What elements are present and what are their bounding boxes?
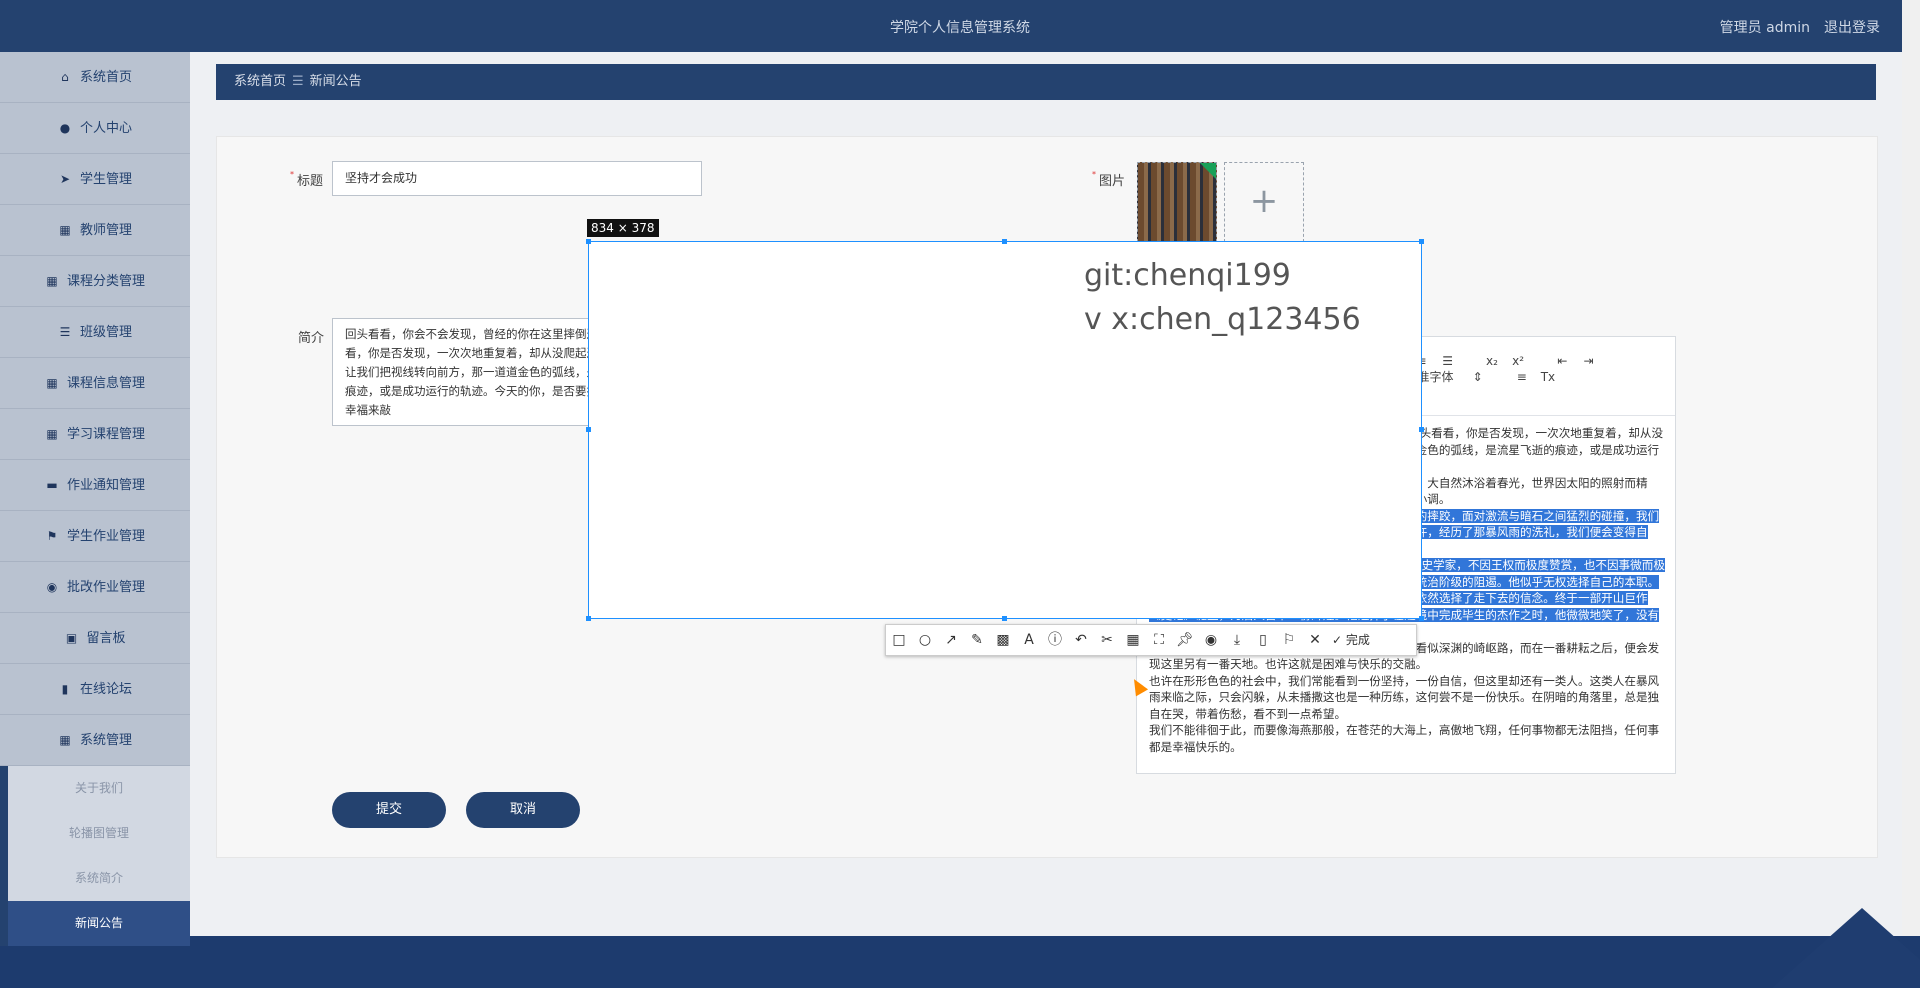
sidebar-item-label: 教师管理 — [79, 223, 132, 238]
grid-icon: ▦ — [59, 223, 71, 237]
home-icon: ⌂ — [61, 70, 69, 84]
send-icon: ➤ — [59, 172, 71, 186]
grid-icon: ▦ — [46, 376, 58, 390]
capture-selection[interactable] — [586, 239, 1424, 621]
arrow-icon[interactable]: ↗ — [938, 625, 964, 655]
list-icon: ☰ — [59, 325, 71, 339]
rectangle-icon[interactable]: □ — [886, 625, 912, 655]
number-icon[interactable]: ⓘ — [1042, 625, 1068, 655]
scan-icon[interactable]: ⛶ — [1146, 625, 1172, 655]
sidebar-menu: ⌂ 系统首页 ● 个人中心 ➤ 学生管理 ▦ 教师管理 ▦ 课程分类管理 ☰ 班级管理 ▦ 课程信息管理 ▦… — [0, 52, 190, 766]
circle-icon[interactable]: ○ — [912, 625, 938, 655]
sidebar-item[interactable]: ☰ 班级管理 — [0, 307, 190, 358]
grid-icon: ▦ — [59, 733, 71, 747]
breadcrumb: 系统首页 ☰ 新闻公告 — [216, 64, 1876, 100]
breadcrumb-current: 新闻公告 — [309, 74, 362, 89]
sidebar-item-label: 在线论坛 — [79, 682, 132, 697]
image-label: * 图片 — [1092, 170, 1126, 189]
add-image-button[interactable]: + — [1224, 162, 1304, 242]
submenu-item[interactable]: 新闻公告 — [0, 901, 190, 946]
sidebar-item[interactable]: ▣ 留言板 — [0, 613, 190, 664]
submit-button[interactable]: 提交 — [332, 792, 446, 828]
align-icon[interactable]: ≡ — [1511, 367, 1533, 387]
editor-paragraph: 也许在形形色色的社会中，我们常能看到一份坚持，一份自信，但这里却还有一类人。这类… — [1149, 673, 1660, 721]
undo-icon[interactable]: ↶ — [1068, 625, 1094, 655]
logout-link[interactable]: 退出登录 — [1824, 17, 1880, 37]
sidebar-item[interactable]: ▦ 教师管理 — [0, 205, 190, 256]
ocr-icon[interactable]: ▦ — [1120, 625, 1146, 655]
decorative-triangle — [1772, 908, 1920, 988]
grid-icon: ▦ — [46, 274, 58, 288]
phone-icon[interactable]: ▯ — [1250, 625, 1276, 655]
system-submenu: 关于我们 轮播图管理 系统简介 新闻公告 — [0, 766, 190, 946]
sidebar-item-label: 批改作业管理 — [66, 580, 145, 595]
submenu-item[interactable]: 轮播图管理 — [0, 811, 190, 856]
mosaic-icon[interactable]: ▩ — [990, 625, 1016, 655]
pin-icon: ◉ — [46, 580, 58, 594]
pencil-icon[interactable]: ✎ — [964, 625, 990, 655]
flag-icon: ⚑ — [46, 529, 58, 543]
uploaded-image-thumbnail[interactable] — [1137, 162, 1217, 242]
sidebar-item[interactable]: ▮ 在线论坛 — [0, 664, 190, 715]
sidebar-item[interactable]: ▦ 系统管理 — [0, 715, 190, 766]
sidebar-item[interactable]: ⌂ 系统首页 — [0, 52, 190, 103]
sidebar-item[interactable]: ▦ 课程分类管理 — [0, 256, 190, 307]
submenu-item[interactable]: 系统简介 — [0, 856, 190, 901]
scissors-icon[interactable]: ✂ — [1094, 625, 1120, 655]
sidebar-item[interactable]: ➤ 学生管理 — [0, 154, 190, 205]
sidebar-item[interactable]: ▬ 作业通知管理 — [0, 460, 190, 511]
check-corner-icon — [1200, 163, 1216, 179]
cancel-button[interactable]: 取消 — [466, 792, 580, 828]
sidebar: ⌂ 系统首页 ● 个人中心 ➤ 学生管理 ▦ 教师管理 ▦ 课程分类管理 ☰ 班级管理 ▦ 课程信息管理 ▦… — [0, 52, 190, 946]
sidebar-item-label: 系统管理 — [79, 733, 132, 748]
breadcrumb-home[interactable]: 系统首页 — [234, 74, 286, 89]
done-button[interactable]: ✓ 完成 — [1332, 625, 1370, 655]
sidebar-item[interactable]: ⚑ 学生作业管理 — [0, 511, 190, 562]
breadcrumb-separator: ☰ — [292, 74, 304, 89]
book-icon: ▮ — [61, 682, 69, 696]
sidebar-item-label: 班级管理 — [79, 325, 132, 340]
admin-label: 管理员 admin — [1719, 20, 1810, 36]
system-title: 学院个人信息管理系统 — [890, 20, 1030, 36]
text-icon[interactable]: A — [1016, 625, 1042, 655]
watermark-line-2: v x:chen_q123456 — [1084, 302, 1361, 337]
sidebar-item-label: 学生作业管理 — [66, 529, 145, 544]
intro-label: 简介 — [298, 331, 325, 346]
sidebar-item[interactable]: ▦ 学习课程管理 — [0, 409, 190, 460]
capture-dimensions-badge: 834 × 378 — [587, 219, 659, 237]
grid-icon: ▦ — [46, 427, 58, 441]
sidebar-item-label: 系统首页 — [79, 70, 132, 85]
page-scrollbar[interactable] — [1902, 0, 1920, 936]
pin-icon[interactable]: 📌︎ — [1172, 625, 1198, 655]
board-icon: ▣ — [65, 631, 78, 645]
sidebar-item[interactable]: ● 个人中心 — [0, 103, 190, 154]
capture-toolbar: □ ○ ↗ ✎ ▩ Aⓘ ↶ ✂ ▦ ⛶ 📌︎ ◉ ⤓ ▯ ⚐ ✕ ✓ 完成 — [885, 624, 1417, 656]
submenu-item[interactable]: 关于我们 — [0, 766, 190, 811]
title-label: * 标题 — [290, 170, 324, 189]
sidebar-item-label: 留言板 — [86, 631, 126, 646]
sidebar-item[interactable]: ◉ 批改作业管理 — [0, 562, 190, 613]
user-icon: ● — [59, 121, 71, 135]
sidebar-item[interactable]: ▦ 课程信息管理 — [0, 358, 190, 409]
monitor-icon: ▬ — [46, 478, 58, 492]
sidebar-item-label: 课程分类管理 — [66, 274, 145, 289]
title-input[interactable]: 坚持才会成功 — [332, 161, 702, 196]
sidebar-item-label: 课程信息管理 — [66, 376, 145, 391]
close-icon[interactable]: ✕ — [1302, 625, 1328, 655]
editor-paragraph: 我们不能徘徊于此，而要像海燕那般，在苍茫的大海上，高傲地飞翔，任何事物都无法阻挡… — [1149, 723, 1660, 754]
sidebar-item-label: 作业通知管理 — [66, 478, 145, 493]
watermark-line-1: git:chenqi199 — [1084, 258, 1291, 293]
sidebar-item-label: 学生管理 — [79, 172, 132, 187]
clear-format-icon[interactable]: Tx — [1537, 367, 1559, 387]
sidebar-item-label: 学习课程管理 — [66, 427, 145, 442]
sidebar-item-label: 个人中心 — [79, 121, 132, 136]
indent-icon[interactable]: ⇥ — [1578, 351, 1600, 371]
record-icon[interactable]: ◉ — [1198, 625, 1224, 655]
top-header: 学院个人信息管理系统 管理员 admin 退出登录 — [0, 0, 1920, 936]
download-icon[interactable]: ⤓ — [1224, 625, 1250, 655]
bookmark-icon[interactable]: ⚐ — [1276, 625, 1302, 655]
